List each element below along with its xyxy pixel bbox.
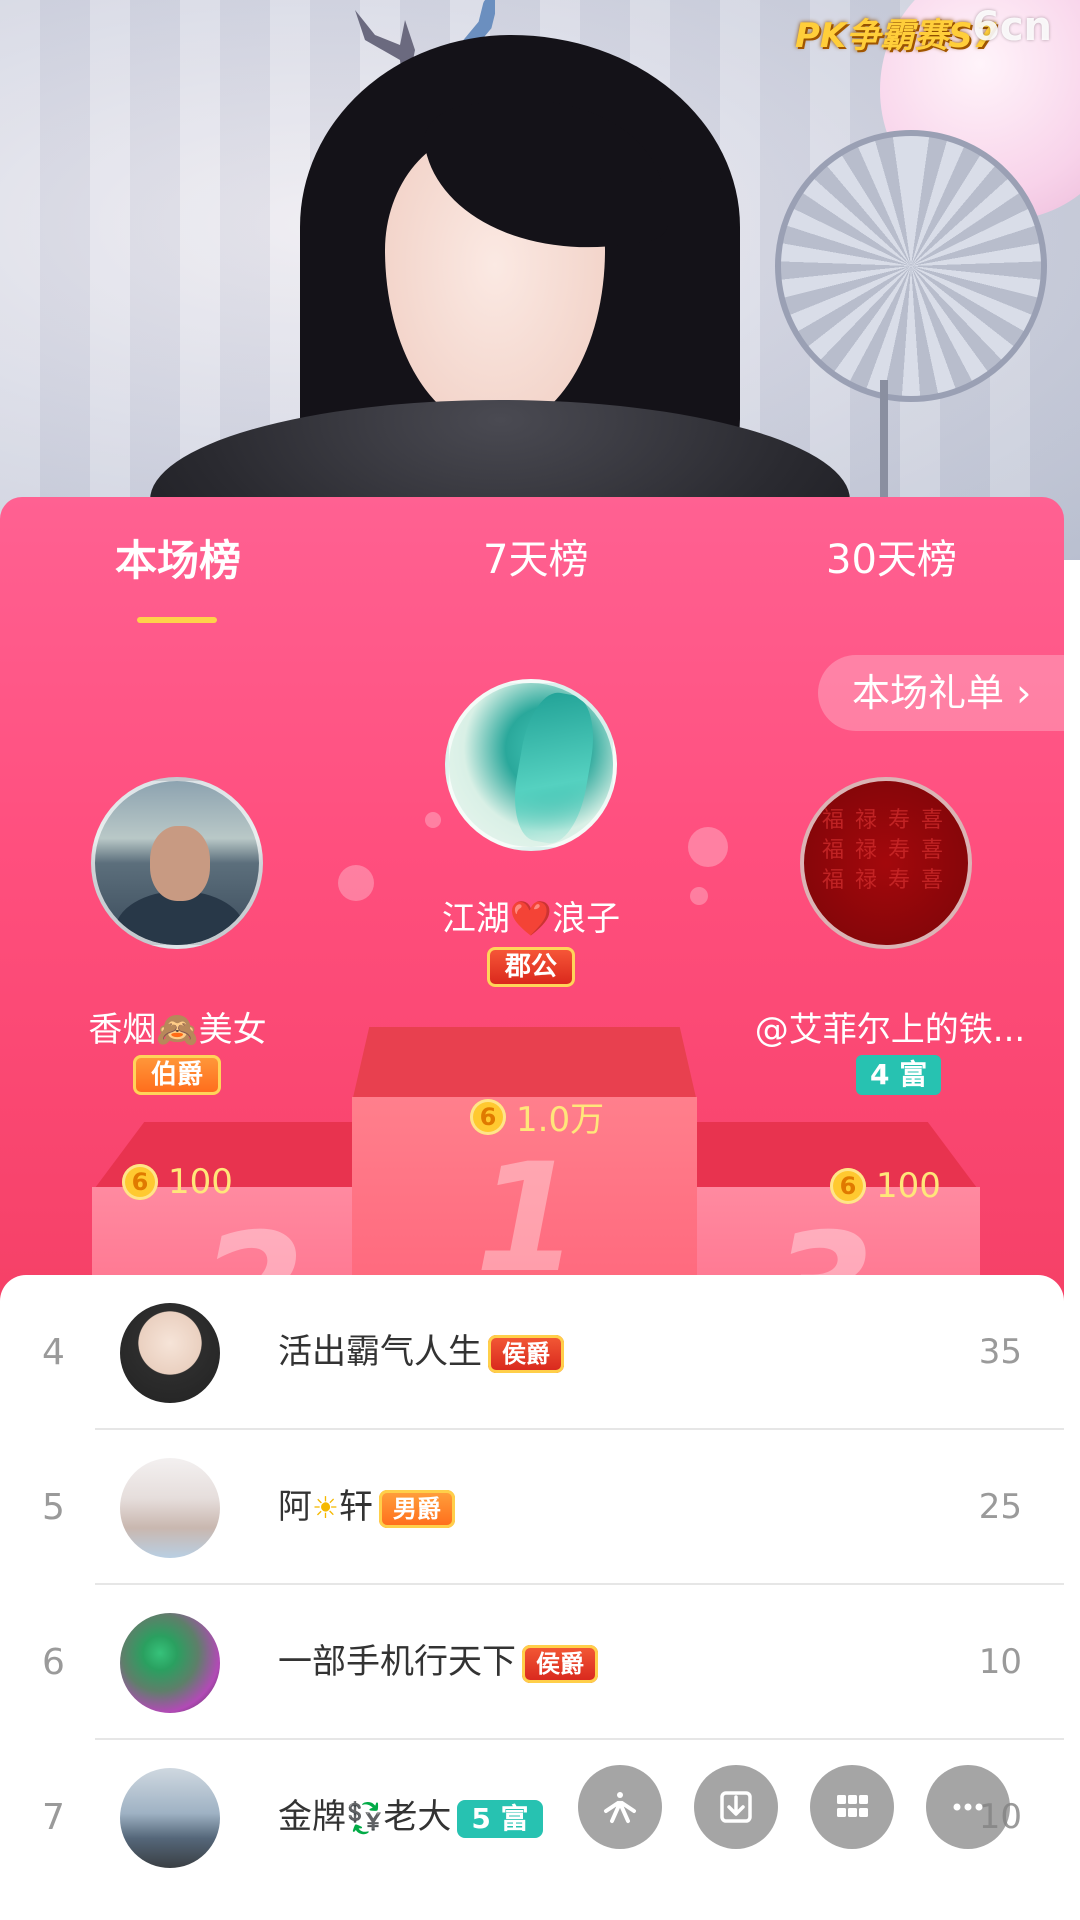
- user-avatar[interactable]: [120, 1768, 220, 1868]
- download-icon: [720, 1791, 752, 1823]
- noble-badge: 侯爵: [522, 1644, 598, 1683]
- grid-icon: [837, 1795, 868, 1817]
- studio-lamp: [775, 130, 1047, 402]
- third-place-rich-badge: 4 富: [856, 1055, 942, 1095]
- tab-30-days[interactable]: 30天榜: [826, 527, 957, 585]
- first-place-name: 江湖❤️浪子: [441, 899, 621, 939]
- live-video[interactable]: PK争霸赛S7 6cn: [0, 0, 1080, 560]
- rank-number: 4: [42, 1332, 65, 1373]
- second-place-name: 香烟🙈美女: [88, 1010, 267, 1050]
- more-button[interactable]: [926, 1765, 1010, 1849]
- user-name: 阿☀轩 男爵: [278, 1430, 455, 1585]
- decor-bubble: [690, 887, 708, 905]
- first-place-amount: 6 1.0万: [470, 1092, 604, 1141]
- user-name: 活出霸气人生 侯爵: [278, 1275, 564, 1430]
- rank-number: 6: [42, 1642, 65, 1683]
- coin-icon: 6: [470, 1098, 506, 1135]
- dragon-image: [506, 688, 602, 847]
- tab-this-show[interactable]: 本场榜: [115, 527, 241, 588]
- active-tab-indicator: [137, 617, 217, 623]
- coin-icon: 6: [122, 1163, 158, 1200]
- list-item[interactable]: 7 金牌💱老大5 富 10: [0, 1740, 1064, 1895]
- event-logo: PK争霸赛S7: [795, 16, 997, 56]
- second-place-avatar[interactable]: [91, 777, 263, 949]
- first-place-avatar[interactable]: [445, 679, 617, 851]
- user-name: 金牌💱老大 5 富: [278, 1740, 543, 1895]
- ranking-list: 4 活出霸气人生 侯爵 35 5 阿☀轩 男爵 25 6 一部手机行天下 侯爵 10 …: [0, 1275, 1064, 1920]
- noble-badge: 侯爵: [488, 1334, 564, 1373]
- apps-button[interactable]: [810, 1765, 894, 1849]
- decor-bubble: [338, 865, 374, 901]
- second-place-noble-badge: 伯爵: [133, 1055, 222, 1095]
- first-place-noble-badge: 郡公: [487, 947, 576, 987]
- download-button[interactable]: [694, 1765, 778, 1849]
- gift-list-button[interactable]: 本场礼单 ›: [818, 655, 1064, 731]
- user-avatar[interactable]: [120, 1613, 220, 1713]
- user-avatar[interactable]: [120, 1458, 220, 1558]
- list-item[interactable]: 4 活出霸气人生 侯爵 35: [0, 1275, 1064, 1430]
- avatar-head: [150, 826, 210, 901]
- noble-badge: 男爵: [378, 1489, 455, 1528]
- list-item[interactable]: 5 阿☀轩 男爵 25: [0, 1430, 1064, 1585]
- user-avatar[interactable]: [120, 1303, 220, 1403]
- rich-badge: 5 富: [457, 1799, 543, 1838]
- user-name: 一部手机行天下 侯爵: [278, 1585, 598, 1740]
- share-icon: [604, 1792, 636, 1823]
- third-place-amount: 6 100: [830, 1164, 941, 1206]
- decor-bubble: [425, 812, 441, 828]
- coin-icon: 6: [830, 1167, 866, 1204]
- user-score: 35: [978, 1332, 1022, 1372]
- share-button[interactable]: [578, 1765, 662, 1849]
- tab-7-days[interactable]: 7天榜: [483, 527, 588, 585]
- ranking-panel: 本场榜 7天榜 30天榜 本场礼单 › 1 2 3 江湖❤️浪子 郡公 61.0…: [0, 497, 1064, 1377]
- decor-bubble: [688, 827, 728, 867]
- list-item[interactable]: 6 一部手机行天下 侯爵 10: [0, 1585, 1064, 1740]
- brand-logo: 6cn: [972, 4, 1053, 50]
- third-place-name: @艾菲尔上的铁...: [754, 1010, 1026, 1050]
- third-place-avatar[interactable]: 福 禄 寿 喜 福 禄 寿 喜 福 禄 寿 喜: [800, 777, 972, 949]
- avatar-pattern: 福 禄 寿 喜 福 禄 寿 喜 福 禄 寿 喜: [822, 808, 945, 893]
- rank-number: 7: [42, 1797, 65, 1838]
- ranking-tabs: 本场榜 7天榜 30天榜: [0, 527, 1064, 623]
- user-score: 10: [978, 1642, 1022, 1682]
- more-icon: [953, 1803, 983, 1811]
- second-place-amount: 6 100: [122, 1160, 233, 1202]
- user-score: 25: [978, 1487, 1022, 1527]
- podium-top-first: [352, 1027, 697, 1102]
- rank-number: 5: [42, 1487, 65, 1528]
